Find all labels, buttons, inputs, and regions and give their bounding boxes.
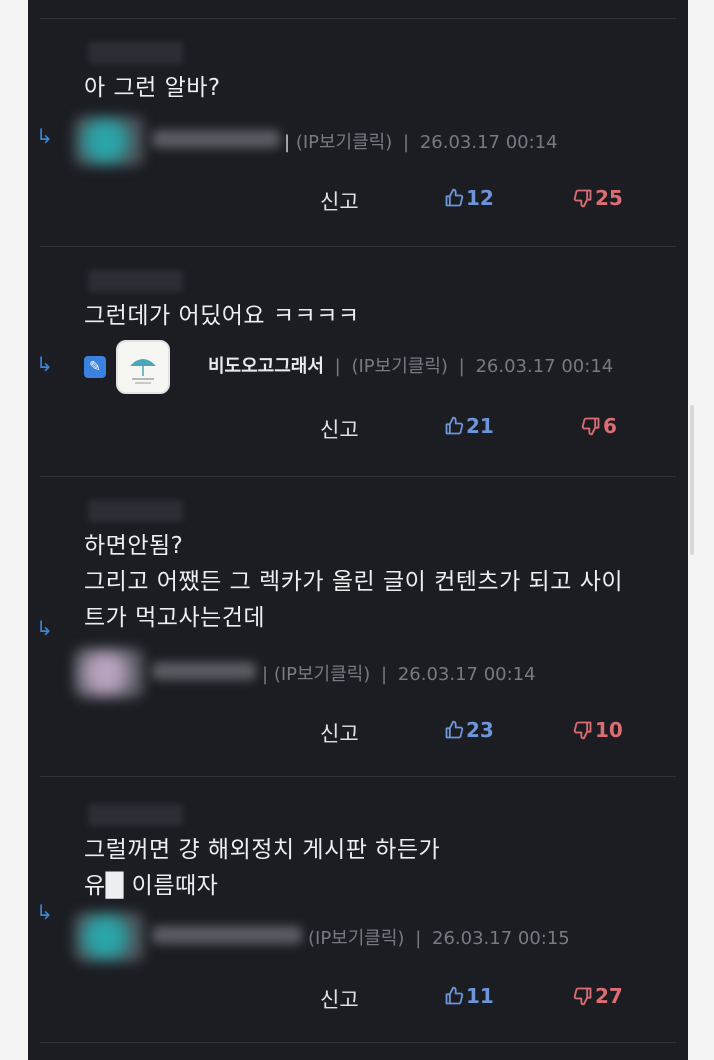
thumbs-up-icon bbox=[445, 720, 464, 739]
nickname[interactable]: 비도오고그래서 bbox=[208, 356, 324, 377]
timestamp: 26.03.17 00:14 bbox=[475, 356, 614, 377]
blurred-nickname bbox=[152, 926, 302, 944]
report-button[interactable]: 신고 bbox=[320, 186, 359, 216]
comment-text-line: 그런데가 어딨어요 ㅋㅋㅋㅋ bbox=[84, 303, 360, 329]
comment-text: 그럴꺼면 걍 해외정치 게시판 하든가 유█ 이름때자 bbox=[84, 832, 664, 904]
dislike-count: 6 bbox=[603, 414, 617, 438]
comment-text-line: 유█ 이름때자 bbox=[84, 873, 219, 899]
blurred-nickname bbox=[152, 130, 280, 148]
comment-author: | (IP보기클릭) | 26.03.17 00:14 bbox=[74, 116, 634, 166]
comment-meta: | (IP보기클릭) | 26.03.17 00:14 bbox=[262, 664, 536, 685]
dislike-button[interactable]: 27 bbox=[573, 984, 623, 1008]
thumbs-down-icon bbox=[573, 189, 592, 208]
timestamp: 26.03.17 00:15 bbox=[432, 928, 570, 949]
like-count: 11 bbox=[466, 984, 494, 1008]
avatar bbox=[74, 648, 144, 698]
divider bbox=[40, 1042, 676, 1043]
umbrella-logo-icon bbox=[130, 359, 156, 384]
dislike-count: 27 bbox=[595, 984, 623, 1008]
blurred-username bbox=[88, 500, 183, 522]
like-button[interactable]: 11 bbox=[444, 984, 494, 1008]
comment-author: (IP보기클릭) | 26.03.17 00:15 bbox=[74, 912, 634, 962]
dislike-button[interactable]: 10 bbox=[573, 718, 623, 742]
comment-text: 그런데가 어딨어요 ㅋㅋㅋㅋ bbox=[84, 298, 664, 334]
timestamp: 26.03.17 00:14 bbox=[419, 132, 558, 153]
report-button[interactable]: 신고 bbox=[320, 984, 359, 1014]
dislike-count: 25 bbox=[595, 186, 623, 210]
comment-text-line: 하면안됨? bbox=[84, 533, 184, 559]
avatar bbox=[116, 340, 170, 394]
comment-author: ✎ 비도오고그래서 | (IP보기클릭) | 26.03.17 00:14 bbox=[74, 340, 634, 394]
thumbs-down-icon bbox=[573, 721, 592, 740]
comment-text: 아 그런 알바? bbox=[84, 70, 664, 106]
blurred-nickname bbox=[152, 662, 256, 680]
comment-actions: 신고 21 6 bbox=[28, 414, 688, 454]
divider bbox=[40, 246, 676, 247]
report-button[interactable]: 신고 bbox=[320, 414, 359, 444]
like-button[interactable]: 23 bbox=[444, 718, 494, 742]
avatar bbox=[74, 912, 144, 962]
thumbs-up-icon bbox=[445, 986, 464, 1005]
comment-actions: 신고 12 25 bbox=[28, 186, 688, 226]
thumbs-up-icon bbox=[445, 416, 464, 435]
comment-actions: 신고 23 10 bbox=[28, 718, 688, 758]
blurred-username bbox=[88, 270, 183, 292]
thumbs-down-icon bbox=[573, 987, 592, 1006]
like-button[interactable]: 21 bbox=[444, 414, 494, 438]
dislike-count: 10 bbox=[595, 718, 623, 742]
comment-list: 아 그런 알바? ↳ | (IP보기클릭) | 26.03.17 00:14 신… bbox=[28, 0, 688, 1060]
blurred-username bbox=[88, 804, 183, 826]
comment-text-line: 아 그런 알바? bbox=[84, 75, 221, 101]
like-count: 23 bbox=[466, 718, 494, 742]
timestamp: 26.03.17 00:14 bbox=[397, 664, 536, 685]
avatar bbox=[74, 116, 144, 166]
blurred-username bbox=[88, 42, 183, 64]
divider bbox=[40, 776, 676, 777]
comment-text-line: 그리고 어쨌든 그 렉카가 올린 글이 컨텐츠가 되고 사이 bbox=[84, 569, 624, 595]
left-margin bbox=[0, 0, 28, 1060]
like-button[interactable]: 12 bbox=[444, 186, 494, 210]
divider bbox=[40, 476, 676, 477]
thumbs-down-icon bbox=[581, 417, 600, 436]
reply-arrow-icon: ↳ bbox=[36, 124, 53, 148]
ip-link[interactable]: (IP보기클릭) bbox=[308, 928, 404, 949]
pencil-icon: ✎ bbox=[84, 356, 106, 378]
comment-meta: (IP보기클릭) | 26.03.17 00:15 bbox=[308, 928, 570, 949]
comment-actions: 신고 11 27 bbox=[28, 984, 688, 1024]
reply-arrow-icon: ↳ bbox=[36, 616, 53, 640]
comment-meta: 비도오고그래서 | (IP보기클릭) | 26.03.17 00:14 bbox=[208, 356, 614, 377]
ip-link[interactable]: (IP보기클릭) bbox=[351, 356, 447, 377]
comment-text-line: 그럴꺼면 걍 해외정치 게시판 하든가 bbox=[84, 837, 441, 863]
thumbs-up-icon bbox=[445, 188, 464, 207]
comment-text: 하면안됨? 그리고 어쨌든 그 렉카가 올린 글이 컨텐츠가 되고 사이 트가 … bbox=[84, 528, 664, 636]
scrollbar-thumb[interactable] bbox=[690, 405, 694, 555]
ip-link[interactable]: (IP보기클릭) bbox=[274, 664, 370, 685]
ip-link[interactable]: (IP보기클릭) bbox=[296, 132, 392, 153]
comment-author: | (IP보기클릭) | 26.03.17 00:14 bbox=[74, 648, 634, 698]
reply-arrow-icon: ↳ bbox=[36, 352, 53, 376]
report-button[interactable]: 신고 bbox=[320, 718, 359, 748]
like-count: 21 bbox=[466, 414, 494, 438]
dislike-button[interactable]: 25 bbox=[573, 186, 623, 210]
divider bbox=[40, 18, 676, 19]
reply-arrow-icon: ↳ bbox=[36, 900, 53, 924]
like-count: 12 bbox=[466, 186, 494, 210]
comment-meta: | (IP보기클릭) | 26.03.17 00:14 bbox=[284, 132, 558, 153]
comment-text-line: 트가 먹고사는건데 bbox=[84, 605, 266, 631]
dislike-button[interactable]: 6 bbox=[581, 414, 617, 438]
